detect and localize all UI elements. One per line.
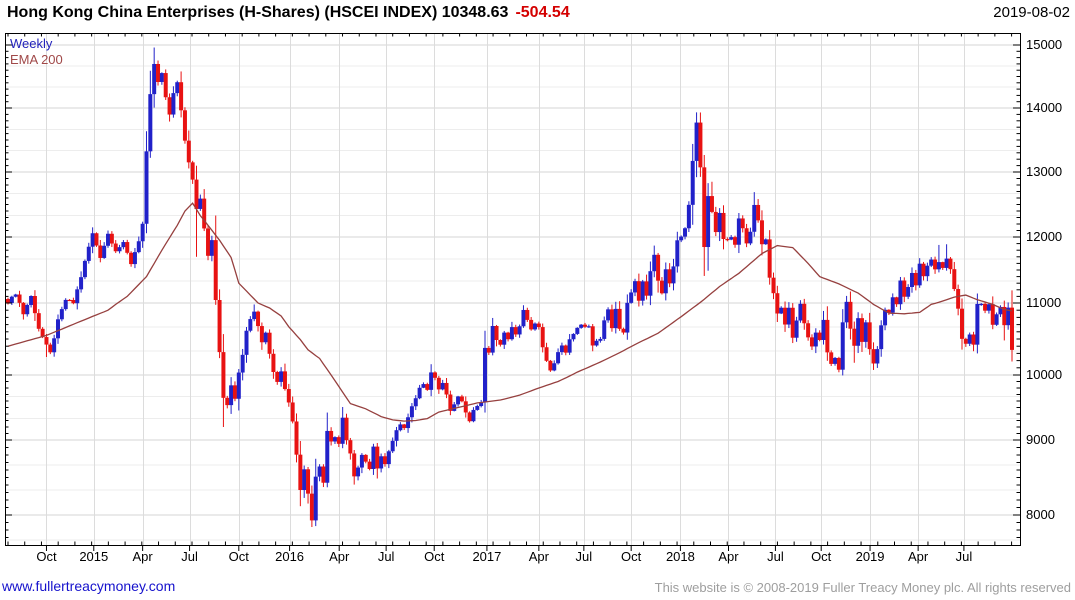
x-axis-label: Jul [181,549,198,564]
y-axis-label: 13000 [1026,164,1062,179]
x-axis-label: Apr [718,549,738,564]
x-axis-label: 2017 [472,549,501,564]
plot-border [6,34,1021,546]
chart-title-row: Hong Kong China Enterprises (H-Shares) (… [7,4,570,22]
y-axis-label: 9000 [1026,432,1055,447]
website-watermark: www.fullertreacymoney.com [2,578,175,594]
x-axis-label: Jul [767,549,784,564]
x-axis-label: Jul [378,549,395,564]
y-axis-label: 14000 [1026,100,1062,115]
x-axis-label: Apr [529,549,549,564]
x-axis-label: Oct [621,549,641,564]
y-axis-label: 11000 [1026,295,1061,310]
price-chart [0,0,1075,600]
page-title: Hong Kong China Enterprises (H-Shares) (… [7,4,508,21]
chart-window: Hong Kong China Enterprises (H-Shares) (… [0,0,1075,600]
chart-date: 2019-08-02 [993,4,1070,21]
x-axis-label: Apr [908,549,928,564]
y-axis-label: 15000 [1026,37,1062,52]
ema-line [8,203,1012,421]
x-axis-label: Jul [956,549,973,564]
x-axis-label: Jul [576,549,593,564]
price-change: -504.54 [515,4,569,21]
x-axis-label: Apr [329,549,349,564]
x-axis-label: 2015 [79,549,108,564]
x-axis-label: Oct [424,549,444,564]
gridlines [5,33,1020,545]
legend-ema-200: EMA 200 [10,52,63,67]
x-axis-label: 2018 [666,549,695,564]
candles [6,48,1014,527]
x-axis-label: Apr [133,549,153,564]
y-axis-label: 10000 [1026,367,1062,382]
legend-timeframe: Weekly [10,36,52,51]
y-axis-label: 8000 [1026,507,1055,522]
x-axis-label: Oct [811,549,831,564]
axes [5,33,1020,551]
x-axis-label: 2016 [275,549,304,564]
x-axis-label: Oct [36,549,56,564]
copyright-text: This website is © 2008-2019 Fuller Treac… [655,580,1071,595]
x-axis-label: 2019 [856,549,885,564]
y-axis-label: 12000 [1026,229,1062,244]
x-axis-label: Oct [229,549,249,564]
